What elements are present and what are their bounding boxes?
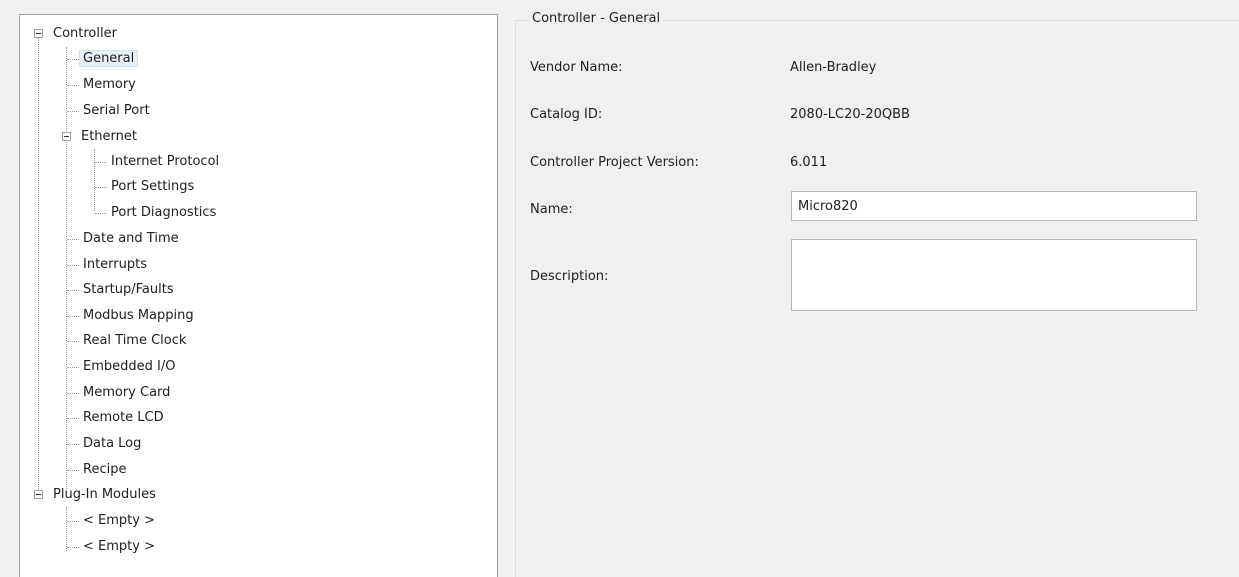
- tree-node-ethernet[interactable]: Ethernet: [62, 126, 140, 148]
- collapse-icon[interactable]: [34, 29, 43, 38]
- project-version-value: 6.011: [790, 155, 828, 170]
- tree-line: [67, 444, 79, 445]
- tree-node-label: Internet Protocol: [111, 154, 220, 169]
- tree-line: [67, 316, 79, 317]
- vendor-name-label: Vendor Name:: [530, 60, 623, 75]
- tree-node-label: Remote LCD: [83, 410, 164, 425]
- tree-node-remote-lcd[interactable]: Remote LCD: [67, 407, 167, 429]
- tree-node-label: Memory Card: [83, 385, 171, 400]
- tree-node-data-log[interactable]: Data Log: [67, 433, 144, 455]
- tree-line: [67, 418, 79, 419]
- tree-line: [67, 547, 79, 548]
- tree-node-plugin-modules[interactable]: Plug-In Modules: [34, 484, 159, 506]
- tree-node-internet-protocol[interactable]: Internet Protocol: [95, 151, 222, 173]
- tree-node-general[interactable]: General: [67, 48, 139, 70]
- tree-node-label: Ethernet: [81, 129, 137, 144]
- collapse-icon[interactable]: [34, 490, 43, 499]
- tree-node-label: Plug-In Modules: [53, 487, 156, 502]
- tree-node-date-and-time[interactable]: Date and Time: [67, 228, 182, 250]
- tree-node-port-settings[interactable]: Port Settings: [95, 176, 197, 198]
- tree-node-label: Recipe: [83, 462, 127, 477]
- tree-node-label: Date and Time: [83, 231, 179, 246]
- tree-line: [67, 85, 79, 86]
- tree-node-interrupts[interactable]: Interrupts: [67, 254, 150, 276]
- tree-line: [67, 393, 79, 394]
- tree-node-label: Port Settings: [111, 179, 195, 194]
- tree-node-label: Data Log: [83, 436, 142, 451]
- tree-node-label: < Empty >: [83, 513, 155, 528]
- tree-line: [95, 187, 107, 188]
- tree-line: [67, 239, 79, 240]
- description-label: Description:: [530, 269, 609, 284]
- tree-node-label: Embedded I/O: [83, 359, 176, 374]
- vendor-name-value: Allen-Bradley: [790, 60, 877, 75]
- tree-node-plugin-slot-1[interactable]: < Empty >: [67, 510, 158, 532]
- tree-node-memory-card[interactable]: Memory Card: [67, 382, 173, 404]
- tree-node-label: Startup/Faults: [83, 282, 174, 297]
- tree-node-label: Memory: [83, 77, 136, 92]
- tree-line: [95, 213, 107, 214]
- tree-line: [67, 59, 79, 60]
- tree-node-label: Real Time Clock: [83, 333, 187, 348]
- tree-node-plugin-slot-2[interactable]: < Empty >: [67, 536, 158, 558]
- tree-line: [38, 38, 39, 499]
- tree-line: [67, 111, 79, 112]
- tree-node-label: Controller: [53, 26, 117, 41]
- tree-line: [67, 265, 79, 266]
- group-title: Controller - General: [529, 10, 664, 28]
- tree-node-startup-faults[interactable]: Startup/Faults: [67, 279, 177, 301]
- controller-tree[interactable]: Controller General Memory Serial Port Et…: [19, 14, 498, 577]
- tree-node-real-time-clock[interactable]: Real Time Clock: [67, 330, 189, 352]
- project-version-label: Controller Project Version:: [530, 155, 699, 170]
- tree-node-memory[interactable]: Memory: [67, 74, 139, 96]
- tree-node-label: Port Diagnostics: [111, 205, 217, 220]
- tree-line: [67, 470, 79, 471]
- tree-node-embedded-io[interactable]: Embedded I/O: [67, 356, 178, 378]
- tree-line: [95, 162, 107, 163]
- tree-node-recipe[interactable]: Recipe: [67, 459, 129, 481]
- name-label: Name:: [530, 202, 573, 217]
- tree-node-serial-port[interactable]: Serial Port: [67, 100, 153, 122]
- group-border: [515, 20, 516, 577]
- tree-node-port-diagnostics[interactable]: Port Diagnostics: [95, 202, 219, 224]
- tree-node-label: General: [78, 50, 139, 67]
- collapse-icon[interactable]: [62, 132, 71, 141]
- tree-line: [67, 341, 79, 342]
- catalog-id-label: Catalog ID:: [530, 107, 603, 122]
- controller-general-panel: Controller - General Vendor Name: Allen-…: [515, 10, 1239, 577]
- tree-node-controller[interactable]: Controller: [34, 23, 120, 45]
- tree-node-label: Interrupts: [83, 257, 147, 272]
- name-input[interactable]: [791, 191, 1197, 221]
- tree-node-label: Serial Port: [83, 103, 150, 118]
- description-input[interactable]: [791, 239, 1197, 311]
- tree-node-label: Modbus Mapping: [83, 308, 194, 323]
- tree-node-label: < Empty >: [83, 539, 155, 554]
- catalog-id-value: 2080-LC20-20QBB: [790, 107, 910, 122]
- tree-node-modbus-mapping[interactable]: Modbus Mapping: [67, 305, 197, 327]
- tree-line: [67, 521, 79, 522]
- tree-line: [67, 290, 79, 291]
- tree-line: [67, 367, 79, 368]
